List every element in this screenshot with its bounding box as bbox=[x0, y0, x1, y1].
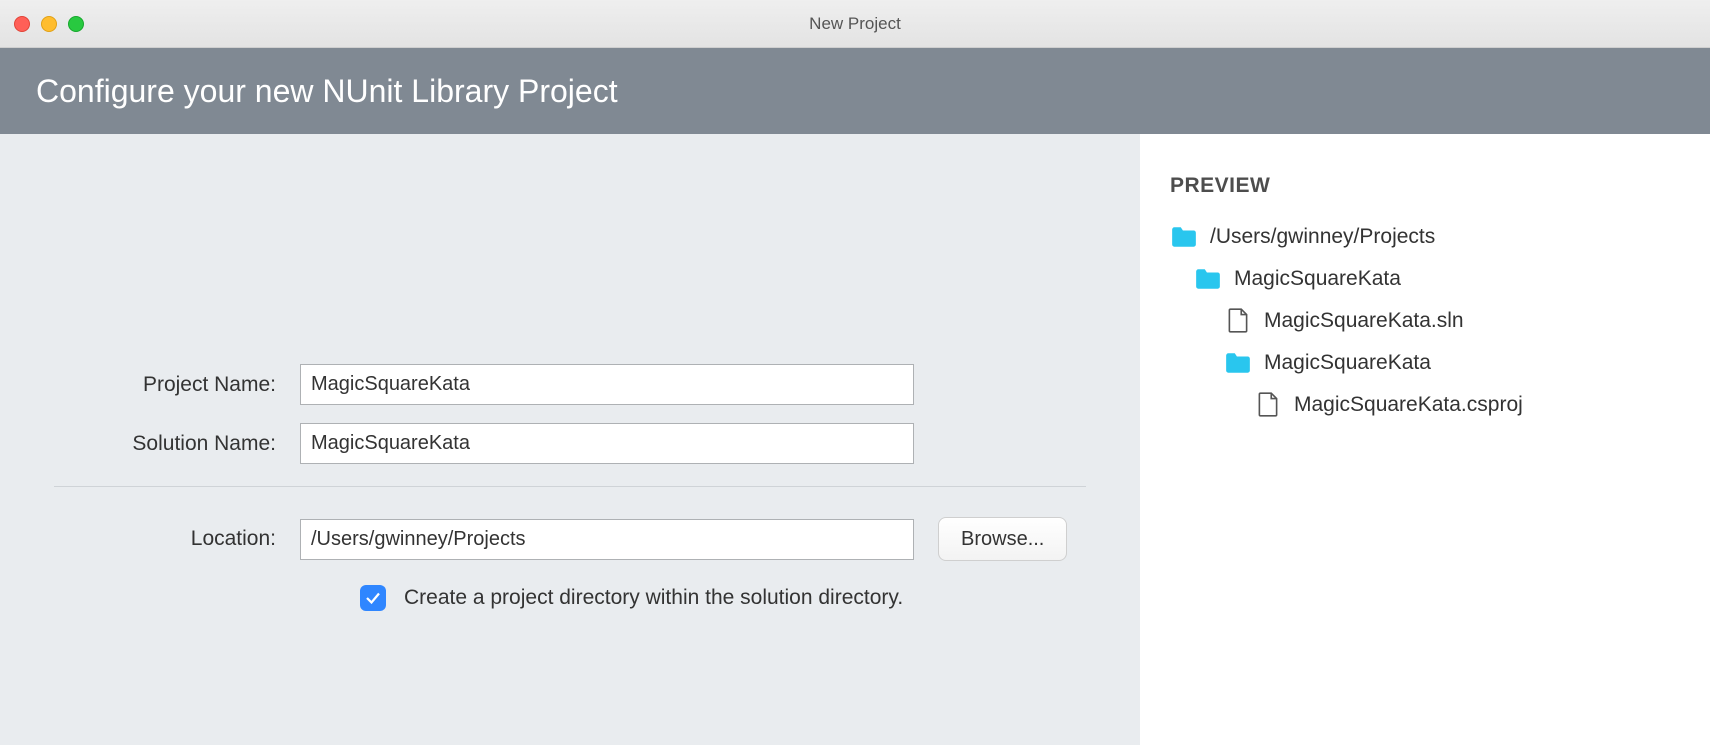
folder-icon bbox=[1194, 265, 1222, 293]
tree-item-label: MagicSquareKata.sln bbox=[1264, 309, 1464, 333]
project-name-input[interactable] bbox=[300, 364, 914, 405]
form-pane: Project Name: Solution Name: Location: B… bbox=[0, 134, 1140, 745]
close-window-button[interactable] bbox=[14, 16, 30, 32]
page-header: Configure your new NUnit Library Project bbox=[0, 48, 1710, 134]
folder-icon bbox=[1224, 349, 1252, 377]
preview-tree: /Users/gwinney/Projects MagicSquareKata Ma… bbox=[1170, 216, 1680, 426]
preview-heading: PREVIEW bbox=[1170, 174, 1680, 198]
tree-item: MagicSquareKata bbox=[1170, 258, 1680, 300]
title-bar: New Project bbox=[0, 0, 1710, 48]
preview-pane: PREVIEW /Users/gwinney/Projects MagicSqua… bbox=[1140, 134, 1710, 745]
file-icon bbox=[1224, 307, 1252, 335]
solution-name-label: Solution Name: bbox=[54, 432, 300, 456]
main-area: Project Name: Solution Name: Location: B… bbox=[0, 134, 1710, 745]
file-icon bbox=[1254, 391, 1282, 419]
page-title: Configure your new NUnit Library Project bbox=[36, 73, 618, 110]
maximize-window-button[interactable] bbox=[68, 16, 84, 32]
tree-item: MagicSquareKata bbox=[1170, 342, 1680, 384]
location-label: Location: bbox=[54, 527, 300, 551]
tree-item: MagicSquareKata.csproj bbox=[1170, 384, 1680, 426]
create-directory-checkbox[interactable] bbox=[360, 585, 386, 611]
tree-item: /Users/gwinney/Projects bbox=[1170, 216, 1680, 258]
window-controls bbox=[14, 16, 84, 32]
minimize-window-button[interactable] bbox=[41, 16, 57, 32]
location-input[interactable] bbox=[300, 519, 914, 560]
tree-item: MagicSquareKata.sln bbox=[1170, 300, 1680, 342]
folder-icon bbox=[1170, 223, 1198, 251]
create-directory-label: Create a project directory within the so… bbox=[404, 586, 903, 610]
create-directory-row: Create a project directory within the so… bbox=[54, 585, 1086, 611]
location-row: Location: Browse... bbox=[54, 517, 1086, 561]
tree-item-label: MagicSquareKata bbox=[1234, 267, 1401, 291]
divider bbox=[54, 486, 1086, 487]
window-title: New Project bbox=[0, 14, 1710, 34]
tree-item-label: /Users/gwinney/Projects bbox=[1210, 225, 1435, 249]
checkmark-icon bbox=[364, 589, 382, 607]
tree-item-label: MagicSquareKata.csproj bbox=[1294, 393, 1523, 417]
solution-name-input[interactable] bbox=[300, 423, 914, 464]
project-name-label: Project Name: bbox=[54, 373, 300, 397]
tree-item-label: MagicSquareKata bbox=[1264, 351, 1431, 375]
project-name-row: Project Name: bbox=[54, 364, 1086, 405]
solution-name-row: Solution Name: bbox=[54, 423, 1086, 464]
browse-button[interactable]: Browse... bbox=[938, 517, 1067, 561]
